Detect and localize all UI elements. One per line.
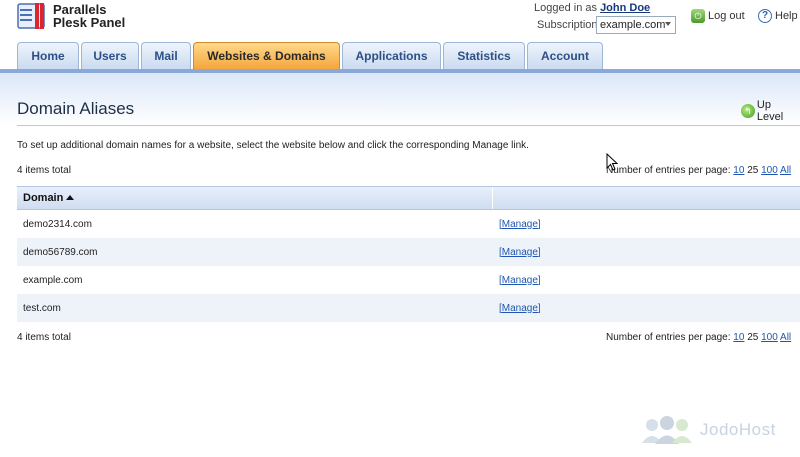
per-page-10-link[interactable]: 10 <box>733 332 744 343</box>
subscription-label: Subscription <box>537 19 598 31</box>
column-header-domain-label: Domain <box>23 192 64 204</box>
per-page-100-link[interactable]: 100 <box>761 332 778 343</box>
column-header-domain[interactable]: Domain <box>17 187 493 209</box>
tab-mail[interactable]: Mail <box>141 42 191 70</box>
per-page-all-link[interactable]: All <box>780 332 791 343</box>
up-level-button[interactable]: ↰ Up Level <box>741 99 800 123</box>
manage-link[interactable]: [Manage] <box>499 219 541 230</box>
per-page-label: Number of entries per page: <box>606 165 731 176</box>
logout-button[interactable]: ⏻ Log out <box>691 9 745 23</box>
domain-cell: demo2314.com <box>23 218 92 230</box>
help-label: Help <box>775 10 798 22</box>
per-page-25-current: 25 <box>747 332 759 343</box>
main-tabs: Home Users Mail Websites & Domains Appli… <box>17 42 605 70</box>
domains-table: Domain demo2314.com [Manage] demo56789.c… <box>17 186 800 322</box>
help-button[interactable]: ? Help <box>758 9 798 23</box>
brand-name: Parallels Plesk Panel <box>53 3 125 29</box>
up-level-icon: ↰ <box>741 104 755 118</box>
page-title: Domain Aliases <box>17 99 135 118</box>
watermark-text: JodoHost <box>700 420 776 439</box>
logged-in-label: Logged in as <box>534 2 597 14</box>
column-header-actions <box>493 187 800 209</box>
domain-cell: test.com <box>23 302 61 314</box>
table-row: test.com [Manage] <box>17 294 800 322</box>
login-info: Logged in as John Doe <box>534 2 650 14</box>
table-row: demo2314.com [Manage] <box>17 210 800 238</box>
tab-websites-domains[interactable]: Websites & Domains <box>193 42 340 70</box>
mouse-cursor-icon <box>606 153 618 171</box>
logout-label: Log out <box>708 10 745 22</box>
chevron-down-icon <box>665 22 671 26</box>
per-page-all-link[interactable]: All <box>780 165 791 176</box>
help-icon: ? <box>758 9 772 23</box>
tab-statistics[interactable]: Statistics <box>443 42 525 70</box>
per-page-25-current: 25 <box>747 165 759 176</box>
domain-cell: demo56789.com <box>23 246 98 258</box>
page-description: To set up additional domain names for a … <box>17 140 529 151</box>
pagination-top: Number of entries per page: 10 25 100 Al… <box>606 165 791 176</box>
manage-link[interactable]: [Manage] <box>499 303 541 314</box>
top-bar: Parallels Plesk Panel Logged in as John … <box>0 0 800 44</box>
user-name-link[interactable]: John Doe <box>600 2 650 14</box>
manage-link[interactable]: [Manage] <box>499 275 541 286</box>
users-group-icon <box>642 416 692 444</box>
plesk-logo-icon <box>17 3 45 29</box>
up-level-label: Up Level <box>756 99 784 123</box>
tab-home[interactable]: Home <box>17 42 79 70</box>
table-header: Domain <box>17 186 800 210</box>
table-row: example.com [Manage] <box>17 266 800 294</box>
pagination-bottom: Number of entries per page: 10 25 100 Al… <box>606 332 791 343</box>
sort-ascending-icon <box>66 195 75 200</box>
items-total-top: 4 items total <box>17 165 71 176</box>
tab-account[interactable]: Account <box>527 42 603 70</box>
subscription-value: example.com <box>600 19 666 31</box>
domain-cell: example.com <box>23 274 83 286</box>
per-page-100-link[interactable]: 100 <box>761 165 778 176</box>
logout-icon: ⏻ <box>691 9 705 23</box>
brand-line-2: Plesk Panel <box>53 15 126 30</box>
subscription-select[interactable]: example.com <box>596 16 676 34</box>
per-page-10-link[interactable]: 10 <box>733 165 744 176</box>
watermark: JodoHost <box>640 416 776 444</box>
tab-applications[interactable]: Applications <box>342 42 441 70</box>
per-page-label: Number of entries per page: <box>606 332 731 343</box>
title-divider <box>17 125 800 126</box>
items-total-bottom: 4 items total <box>17 332 71 343</box>
table-row: demo56789.com [Manage] <box>17 238 800 266</box>
manage-link[interactable]: [Manage] <box>499 247 541 258</box>
tab-users[interactable]: Users <box>81 42 139 70</box>
